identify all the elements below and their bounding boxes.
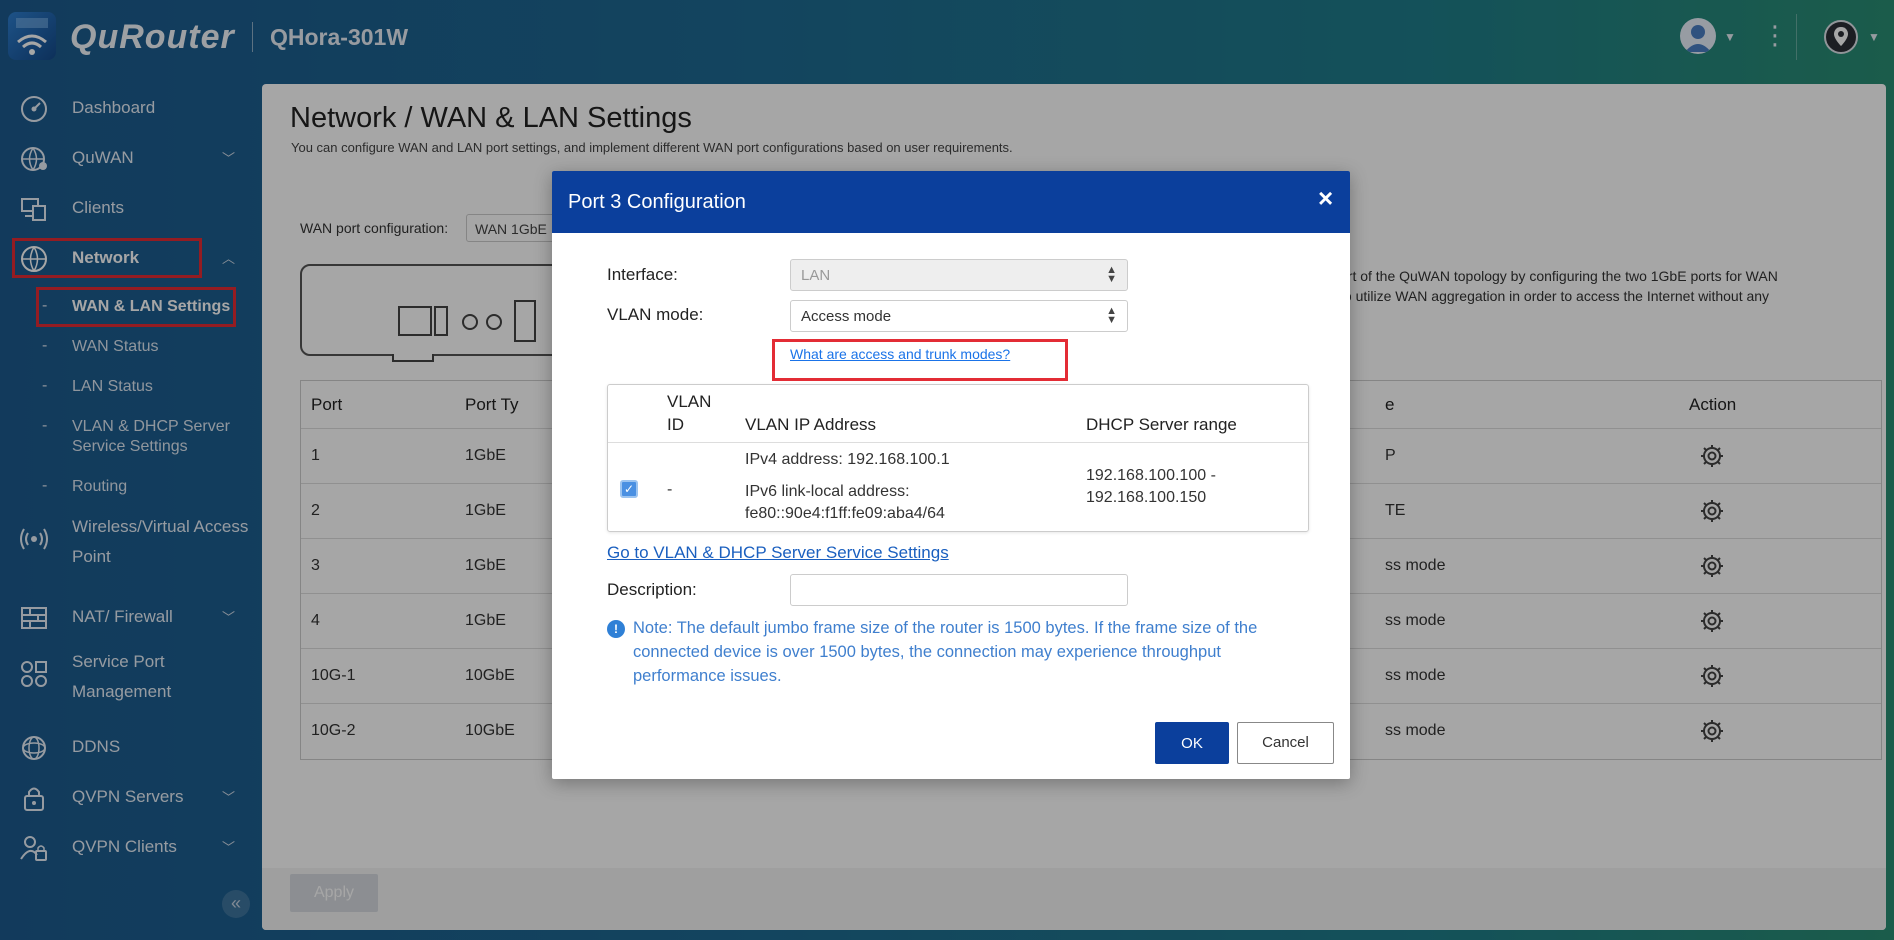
vlan-table-header: VLAN ID VLAN IP Address DHCP Server rang… [608, 385, 1308, 443]
vlan-mode-select[interactable]: Access mode ▲ ▼ [790, 300, 1128, 332]
header-vlan-id: VLAN ID [667, 390, 711, 436]
vlan-row-checkbox[interactable]: ✓ [620, 480, 638, 498]
header-vlan-id-line2: ID [667, 415, 684, 434]
header-vlan-ip: VLAN IP Address [745, 415, 877, 434]
description-label: Description: [607, 580, 697, 599]
cell-dhcp-line1: 192.168.100.100 - [1086, 467, 1216, 484]
cell-ipv4: IPv4 address: 192.168.100.1 [745, 451, 950, 468]
cell-dhcp-line2: 192.168.100.150 [1086, 489, 1207, 506]
dialog-title: Port 3 Configuration [568, 191, 746, 213]
ok-button[interactable]: OK [1155, 722, 1229, 764]
select-arrows-icon: ▲ ▼ [1106, 264, 1117, 285]
dialog-header: Port 3 Configuration × [552, 171, 1350, 233]
header-vlan-id-line1: VLAN [667, 392, 712, 411]
vlan-table: VLAN ID VLAN IP Address DHCP Server rang… [607, 384, 1309, 532]
cancel-button[interactable]: Cancel [1237, 722, 1334, 764]
close-icon[interactable]: × [1318, 185, 1333, 211]
vlan-mode-label: VLAN mode: [607, 305, 704, 324]
cell-ipv6-line1: IPv6 link-local address: [745, 483, 910, 500]
interface-label: Interface: [607, 265, 678, 284]
jumbo-frame-note: Note: The default jumbo frame size of th… [633, 619, 1258, 685]
header-dhcp-range: DHCP Server range [1086, 415, 1237, 434]
vlan-mode-value: Access mode [801, 308, 892, 325]
description-input[interactable] [790, 574, 1128, 606]
access-trunk-help-link[interactable]: What are access and trunk modes? [790, 346, 1010, 362]
cell-ipv6: IPv6 link-local address: fe80::90e4:f1ff… [745, 481, 945, 525]
interface-select: LAN ▲ ▼ [790, 259, 1128, 291]
goto-vlan-dhcp-link[interactable]: Go to VLAN & DHCP Server Service Setting… [607, 543, 949, 563]
cell-dhcp-range: 192.168.100.100 - 192.168.100.150 [1086, 465, 1216, 509]
port-config-dialog: Port 3 Configuration × Interface: LAN ▲ ▼… [552, 171, 1350, 779]
cell-vlan-id: - [667, 481, 673, 498]
interface-value: LAN [801, 267, 831, 284]
cell-ipv6-line2: fe80::90e4:f1ff:fe09:aba4/64 [745, 505, 945, 522]
info-icon: ! [607, 620, 625, 638]
select-arrows-icon: ▲ ▼ [1106, 305, 1117, 326]
